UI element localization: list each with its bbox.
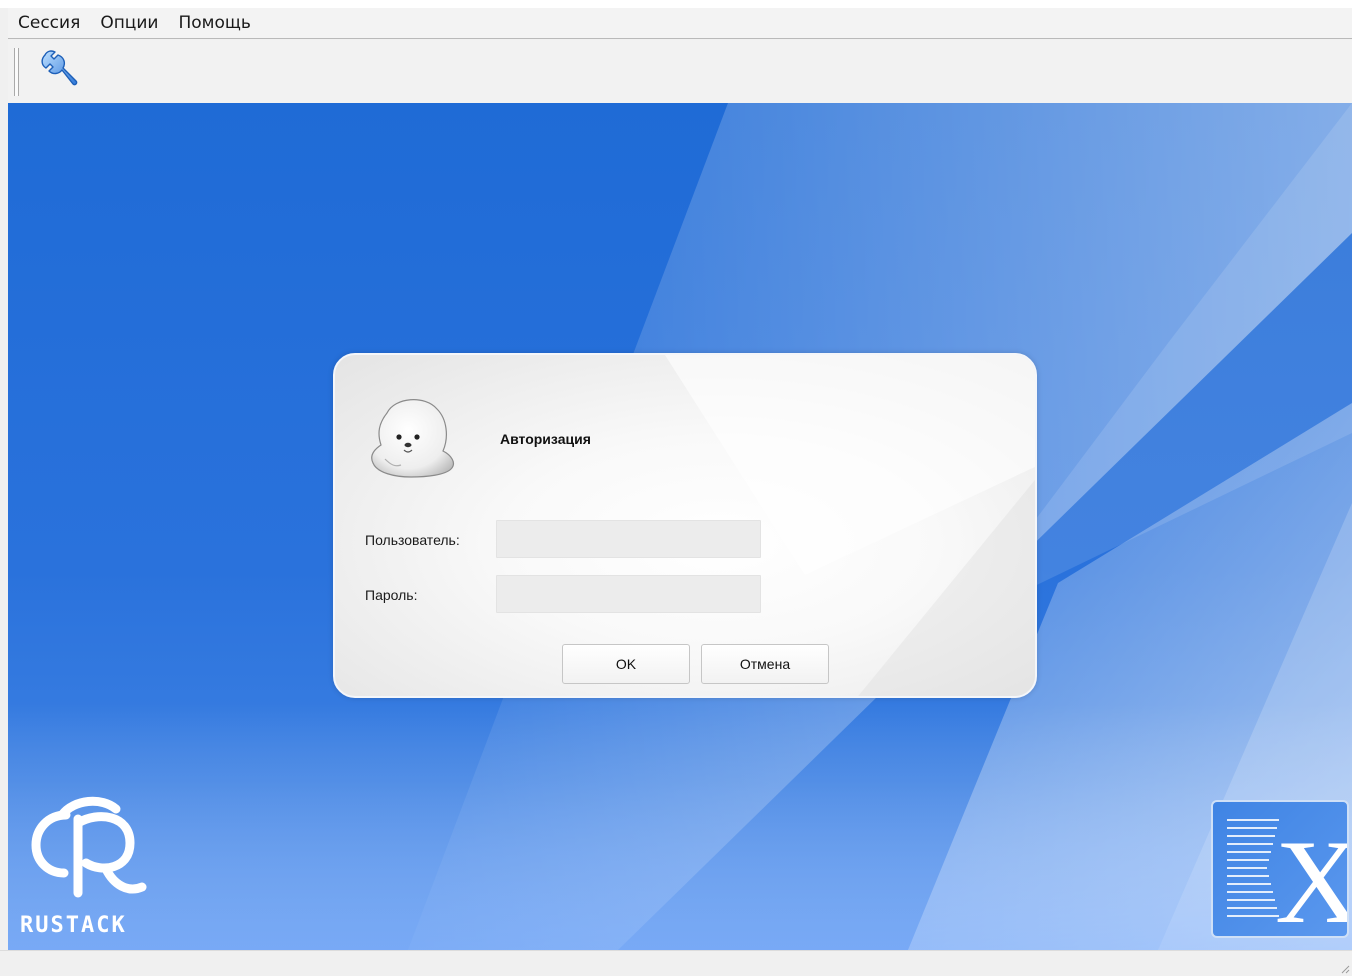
login-dialog: Авторизация Пользователь: Пароль: OK Отм… <box>333 353 1037 698</box>
settings-button[interactable] <box>34 46 84 96</box>
password-label: Пароль: <box>365 587 418 603</box>
menu-bar: Сессия Опции Помощь <box>8 8 1352 39</box>
x-logo-icon: X <box>1227 815 1352 948</box>
seal-icon <box>371 399 455 478</box>
toolbar-grip[interactable] <box>14 48 19 96</box>
username-field[interactable] <box>496 520 761 558</box>
menu-item-options[interactable]: Опции <box>90 8 168 39</box>
dialog-title: Авторизация <box>500 431 591 447</box>
avatar <box>365 393 465 483</box>
svg-text:X: X <box>1275 815 1347 936</box>
rustack-logo-text: RUSTACK <box>20 913 127 938</box>
menu-item-session[interactable]: Сессия <box>8 8 90 39</box>
cancel-button[interactable]: Отмена <box>701 644 829 684</box>
status-bar <box>0 950 1352 976</box>
wrench-icon <box>41 50 78 86</box>
username-label: Пользователь: <box>365 532 460 548</box>
ok-button[interactable]: OK <box>562 644 690 684</box>
desktop-background: Авторизация Пользователь: Пароль: OK Отм… <box>8 103 1352 950</box>
password-field[interactable] <box>496 575 761 613</box>
toolbar <box>8 40 1352 103</box>
app-window: Сессия Опции Помощь Авторизация Пользова… <box>0 0 1352 976</box>
resize-grip-icon[interactable] <box>1340 964 1350 974</box>
rustack-logo-icon <box>31 796 147 898</box>
menu-item-help[interactable]: Помощь <box>168 8 260 39</box>
x-logo: X <box>1211 800 1352 948</box>
